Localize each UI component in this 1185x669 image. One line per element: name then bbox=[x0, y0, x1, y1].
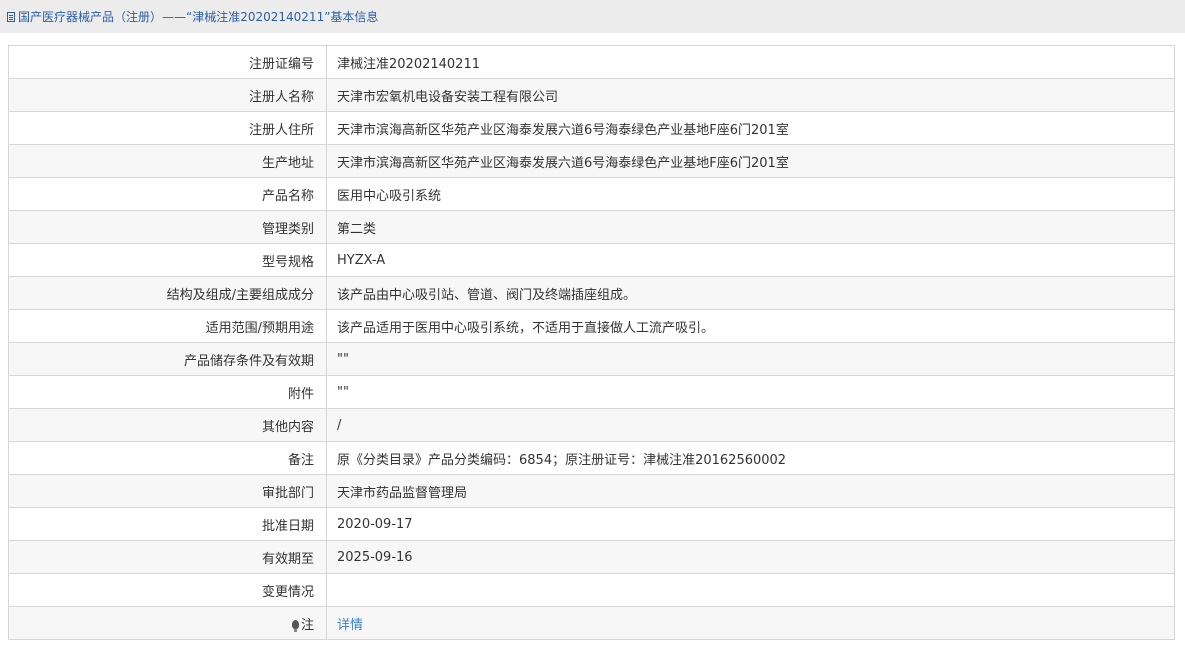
row-label: 产品名称 bbox=[8, 177, 327, 211]
row-value: "" bbox=[326, 342, 1175, 376]
row-value: 天津市宏氧机电设备安装工程有限公司 bbox=[326, 78, 1175, 112]
row-label: 备注 bbox=[8, 441, 327, 475]
table-row: 型号规格 HYZX-A bbox=[8, 243, 1175, 277]
row-value: 天津市滨海高新区华苑产业区海泰发展六道6号海泰绿色产业基地F座6门201室 bbox=[326, 144, 1175, 178]
breadcrumb: 国产医疗器械产品（注册）——“津械注准20202140211”基本信息 bbox=[18, 10, 379, 24]
row-label: 批准日期 bbox=[8, 507, 327, 541]
row-value: 该产品适用于医用中心吸引系统，不适用于直接做人工流产吸引。 bbox=[326, 309, 1175, 343]
row-value: HYZX-A bbox=[326, 243, 1175, 277]
note-value-cell: 详情 bbox=[326, 606, 1175, 640]
table-row: 附件 "" bbox=[8, 375, 1175, 409]
row-label: 管理类别 bbox=[8, 210, 327, 244]
table-row: 变更情况 bbox=[8, 573, 1175, 607]
row-value: 2020-09-17 bbox=[326, 507, 1175, 541]
table-row: 注册证编号 津械注准20202140211 bbox=[8, 45, 1175, 79]
note-label-cell: 注 bbox=[8, 606, 327, 640]
row-value: 2025-09-16 bbox=[326, 540, 1175, 574]
document-icon bbox=[7, 11, 15, 22]
table-row: 产品名称 医用中心吸引系统 bbox=[8, 177, 1175, 211]
row-value: 天津市滨海高新区华苑产业区海泰发展六道6号海泰绿色产业基地F座6门201室 bbox=[326, 111, 1175, 145]
row-label: 有效期至 bbox=[8, 540, 327, 574]
table-row: 产品储存条件及有效期 "" bbox=[8, 342, 1175, 376]
row-label: 注册人名称 bbox=[8, 78, 327, 112]
table-row: 适用范围/预期用途 该产品适用于医用中心吸引系统，不适用于直接做人工流产吸引。 bbox=[8, 309, 1175, 343]
row-label: 生产地址 bbox=[8, 144, 327, 178]
row-value: / bbox=[326, 408, 1175, 442]
row-value: 天津市药品监督管理局 bbox=[326, 474, 1175, 508]
table-row: 备注 原《分类目录》产品分类编码：6854；原注册证号：津械注准20162560… bbox=[8, 441, 1175, 475]
table-row: 管理类别 第二类 bbox=[8, 210, 1175, 244]
row-label: 变更情况 bbox=[8, 573, 327, 607]
note-label: 注 bbox=[300, 617, 314, 633]
table-row: 生产地址 天津市滨海高新区华苑产业区海泰发展六道6号海泰绿色产业基地F座6门20… bbox=[8, 144, 1175, 178]
row-label: 型号规格 bbox=[8, 243, 327, 277]
row-value: 第二类 bbox=[326, 210, 1175, 244]
row-value: 医用中心吸引系统 bbox=[326, 177, 1175, 211]
table-row: 其他内容 / bbox=[8, 408, 1175, 442]
table-row: 有效期至 2025-09-16 bbox=[8, 540, 1175, 574]
row-value: 该产品由中心吸引站、管道、阀门及终端插座组成。 bbox=[326, 276, 1175, 310]
row-label: 注册证编号 bbox=[8, 45, 327, 79]
row-label: 注册人住所 bbox=[8, 111, 327, 145]
info-table-container: 注册证编号 津械注准20202140211 注册人名称 天津市宏氧机电设备安装工… bbox=[8, 45, 1175, 640]
breadcrumb-bar: 国产医疗器械产品（注册）——“津械注准20202140211”基本信息 bbox=[0, 0, 1185, 33]
lightbulb-icon bbox=[291, 619, 299, 632]
table-row: 注册人名称 天津市宏氧机电设备安装工程有限公司 bbox=[8, 78, 1175, 112]
row-label: 附件 bbox=[8, 375, 327, 409]
table-row-note: 注 详情 bbox=[8, 606, 1175, 640]
table-row: 注册人住所 天津市滨海高新区华苑产业区海泰发展六道6号海泰绿色产业基地F座6门2… bbox=[8, 111, 1175, 145]
details-link[interactable]: 详情 bbox=[337, 618, 363, 633]
row-value: "" bbox=[326, 375, 1175, 409]
table-row: 批准日期 2020-09-17 bbox=[8, 507, 1175, 541]
table-row: 结构及组成/主要组成成分 该产品由中心吸引站、管道、阀门及终端插座组成。 bbox=[8, 276, 1175, 310]
row-value: 原《分类目录》产品分类编码：6854；原注册证号：津械注准20162560002 bbox=[326, 441, 1175, 475]
row-value bbox=[326, 573, 1175, 607]
row-label: 审批部门 bbox=[8, 474, 327, 508]
row-value: 津械注准20202140211 bbox=[326, 45, 1175, 79]
row-label: 产品储存条件及有效期 bbox=[8, 342, 327, 376]
table-row: 审批部门 天津市药品监督管理局 bbox=[8, 474, 1175, 508]
info-table: 注册证编号 津械注准20202140211 注册人名称 天津市宏氧机电设备安装工… bbox=[8, 45, 1175, 640]
row-label: 适用范围/预期用途 bbox=[8, 309, 327, 343]
row-label: 结构及组成/主要组成成分 bbox=[8, 276, 327, 310]
row-label: 其他内容 bbox=[8, 408, 327, 442]
